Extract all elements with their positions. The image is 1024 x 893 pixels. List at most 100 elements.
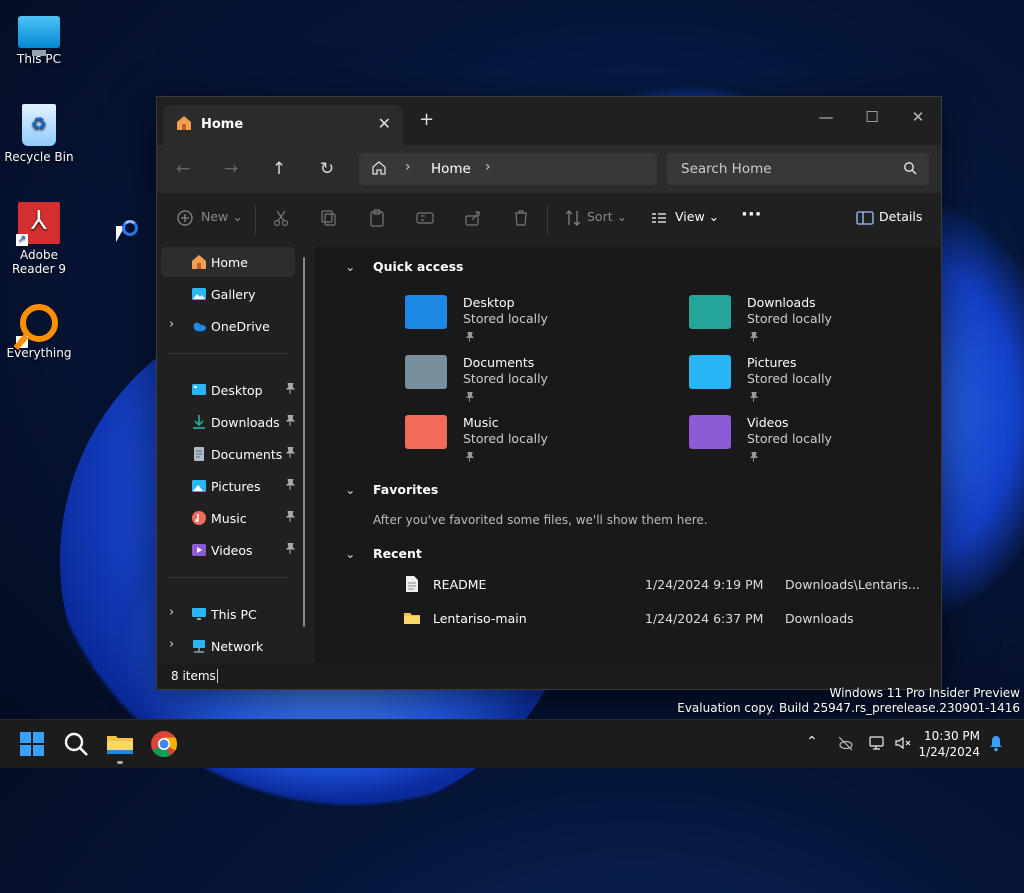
search-icon[interactable] bbox=[60, 728, 92, 760]
minimize-button[interactable]: — bbox=[803, 103, 849, 131]
clock-date: 1/24/2024 bbox=[918, 745, 980, 759]
quick-access-item-downloads[interactable]: Downloads Stored locally bbox=[689, 295, 909, 349]
pin-icon[interactable] bbox=[286, 543, 295, 554]
desktop-icon-recycle-bin[interactable]: ♻ Recycle Bin bbox=[0, 104, 78, 164]
chevron-right-icon[interactable]: › bbox=[169, 605, 174, 620]
close-tab-button[interactable]: ✕ bbox=[378, 114, 391, 133]
desktop-icon-this-pc[interactable]: This PC bbox=[0, 10, 78, 66]
notification-bell-icon[interactable] bbox=[988, 734, 1004, 752]
search-box[interactable]: Search Home bbox=[667, 153, 929, 185]
taskbar: ⌃ 10:30 PM 1/24/2024 bbox=[0, 719, 1024, 768]
chevron-down-icon: ⌄ bbox=[345, 482, 356, 497]
pin-icon bbox=[750, 332, 758, 342]
quick-access-item-videos[interactable]: Videos Stored locally bbox=[689, 415, 909, 469]
desktop-icon-everything[interactable]: ↗ Everything bbox=[0, 300, 78, 360]
shortcut-arrow-icon: ↗ bbox=[16, 336, 28, 348]
navigation-bar: ← → ↑ ↻ › Home › Search Home bbox=[157, 145, 941, 193]
desktop-icon-label: Recycle Bin bbox=[4, 150, 74, 164]
sidebar-item-network[interactable]: › Network bbox=[161, 631, 295, 661]
pin-icon[interactable] bbox=[286, 447, 295, 458]
new-button[interactable]: New ⌄ bbox=[201, 209, 243, 224]
chrome-icon[interactable] bbox=[148, 728, 180, 760]
everything-search-icon: ↗ bbox=[16, 304, 58, 348]
pin-icon bbox=[466, 392, 474, 402]
details-button[interactable]: Details bbox=[879, 209, 922, 224]
sidebar-item-videos[interactable]: Videos bbox=[161, 535, 295, 565]
refresh-button[interactable]: ↻ bbox=[315, 157, 339, 181]
gallery-icon bbox=[192, 288, 206, 300]
recent-row[interactable]: README 1/24/2024 9:19 PM Downloads\Lenta… bbox=[403, 573, 923, 597]
pin-icon[interactable] bbox=[286, 415, 295, 426]
sidebar-item-this-pc[interactable]: › This PC bbox=[161, 599, 295, 629]
sidebar-divider bbox=[167, 353, 287, 354]
sidebar-item-gallery[interactable]: Gallery bbox=[161, 279, 295, 309]
chevron-right-icon[interactable]: › bbox=[485, 159, 491, 175]
explorer-body: Home Gallery › OneDrive Desktop Download… bbox=[157, 247, 941, 663]
quick-access-item-documents[interactable]: Documents Stored locally bbox=[405, 355, 625, 409]
busy-spinner-icon bbox=[122, 220, 138, 236]
share-icon[interactable] bbox=[463, 208, 483, 228]
sidebar-scrollbar[interactable] bbox=[303, 257, 305, 627]
close-window-button[interactable]: ✕ bbox=[895, 103, 941, 131]
desktop-icon-adobe-reader[interactable]: ⅄ ↗ Adobe Reader 9 bbox=[0, 202, 78, 276]
pictures-folder-icon bbox=[689, 355, 731, 389]
back-button[interactable]: ← bbox=[171, 157, 195, 181]
sidebar-item-documents[interactable]: Documents bbox=[161, 439, 295, 469]
quick-access-item-music[interactable]: Music Stored locally bbox=[405, 415, 625, 469]
pictures-icon bbox=[192, 480, 206, 492]
chevron-right-icon[interactable]: › bbox=[169, 317, 174, 332]
sort-button[interactable]: Sort ⌄ bbox=[587, 209, 627, 224]
music-icon bbox=[192, 511, 206, 525]
documents-folder-icon bbox=[405, 355, 447, 389]
videos-icon bbox=[192, 544, 206, 556]
pin-icon[interactable] bbox=[286, 479, 295, 490]
home-icon bbox=[192, 255, 206, 269]
sidebar-item-music[interactable]: Music bbox=[161, 503, 295, 533]
new-tab-button[interactable]: + bbox=[419, 109, 434, 130]
pin-icon bbox=[750, 452, 758, 462]
forward-button[interactable]: → bbox=[219, 157, 243, 181]
sidebar-item-downloads[interactable]: Downloads bbox=[161, 407, 295, 437]
text-file-icon bbox=[406, 576, 418, 592]
content-pane: ⌄ Quick access Desktop Stored locally Do… bbox=[315, 247, 941, 663]
quick-access-item-desktop[interactable]: Desktop Stored locally bbox=[405, 295, 625, 349]
tab-home[interactable]: Home ✕ bbox=[163, 105, 403, 145]
home-icon bbox=[177, 116, 191, 130]
chevron-right-icon[interactable]: › bbox=[169, 637, 174, 652]
view-button[interactable]: View ⌄ bbox=[675, 209, 719, 224]
start-windows-icon[interactable] bbox=[16, 728, 48, 760]
favorites-empty-note: After you've favorited some files, we'll… bbox=[373, 513, 708, 527]
music-folder-icon bbox=[405, 415, 447, 449]
up-button[interactable]: ↑ bbox=[267, 157, 291, 181]
delete-icon[interactable] bbox=[511, 208, 531, 228]
clock[interactable]: 10:30 PM 1/24/2024 bbox=[918, 728, 980, 760]
recent-row[interactable]: Lentariso-main 1/24/2024 6:37 PM Downloa… bbox=[403, 607, 923, 631]
pin-icon[interactable] bbox=[286, 511, 295, 522]
file-explorer-icon[interactable] bbox=[104, 728, 136, 760]
network-status-icon[interactable] bbox=[868, 734, 886, 752]
onedrive-offline-icon[interactable] bbox=[836, 734, 854, 752]
onedrive-cloud-icon bbox=[193, 322, 206, 332]
breadcrumb-home[interactable]: Home bbox=[431, 161, 471, 177]
address-bar[interactable]: › Home › bbox=[359, 153, 657, 185]
chevron-up-icon[interactable]: ⌃ bbox=[806, 734, 818, 750]
quick-access-item-pictures[interactable]: Pictures Stored locally bbox=[689, 355, 909, 409]
sidebar-item-home[interactable]: Home bbox=[161, 247, 295, 277]
adobe-reader-icon: ⅄ ↗ bbox=[16, 202, 60, 246]
sort-icon bbox=[565, 210, 581, 226]
sidebar-item-desktop[interactable]: Desktop bbox=[161, 375, 295, 405]
cut-icon[interactable] bbox=[271, 208, 291, 228]
desktop-icon-label: Adobe Reader 9 bbox=[12, 248, 66, 276]
sidebar-item-onedrive[interactable]: › OneDrive bbox=[161, 311, 295, 341]
copy-icon[interactable] bbox=[319, 208, 339, 228]
pin-icon bbox=[466, 452, 474, 462]
more-options-button[interactable]: ··· bbox=[741, 204, 762, 225]
videos-folder-icon bbox=[689, 415, 731, 449]
sidebar-item-pictures[interactable]: Pictures bbox=[161, 471, 295, 501]
pin-icon[interactable] bbox=[286, 383, 295, 394]
status-divider bbox=[217, 669, 218, 683]
paste-icon[interactable] bbox=[367, 208, 387, 228]
maximize-button[interactable]: ☐ bbox=[849, 103, 895, 131]
volume-muted-icon[interactable] bbox=[894, 734, 912, 752]
rename-icon[interactable] bbox=[415, 208, 435, 228]
